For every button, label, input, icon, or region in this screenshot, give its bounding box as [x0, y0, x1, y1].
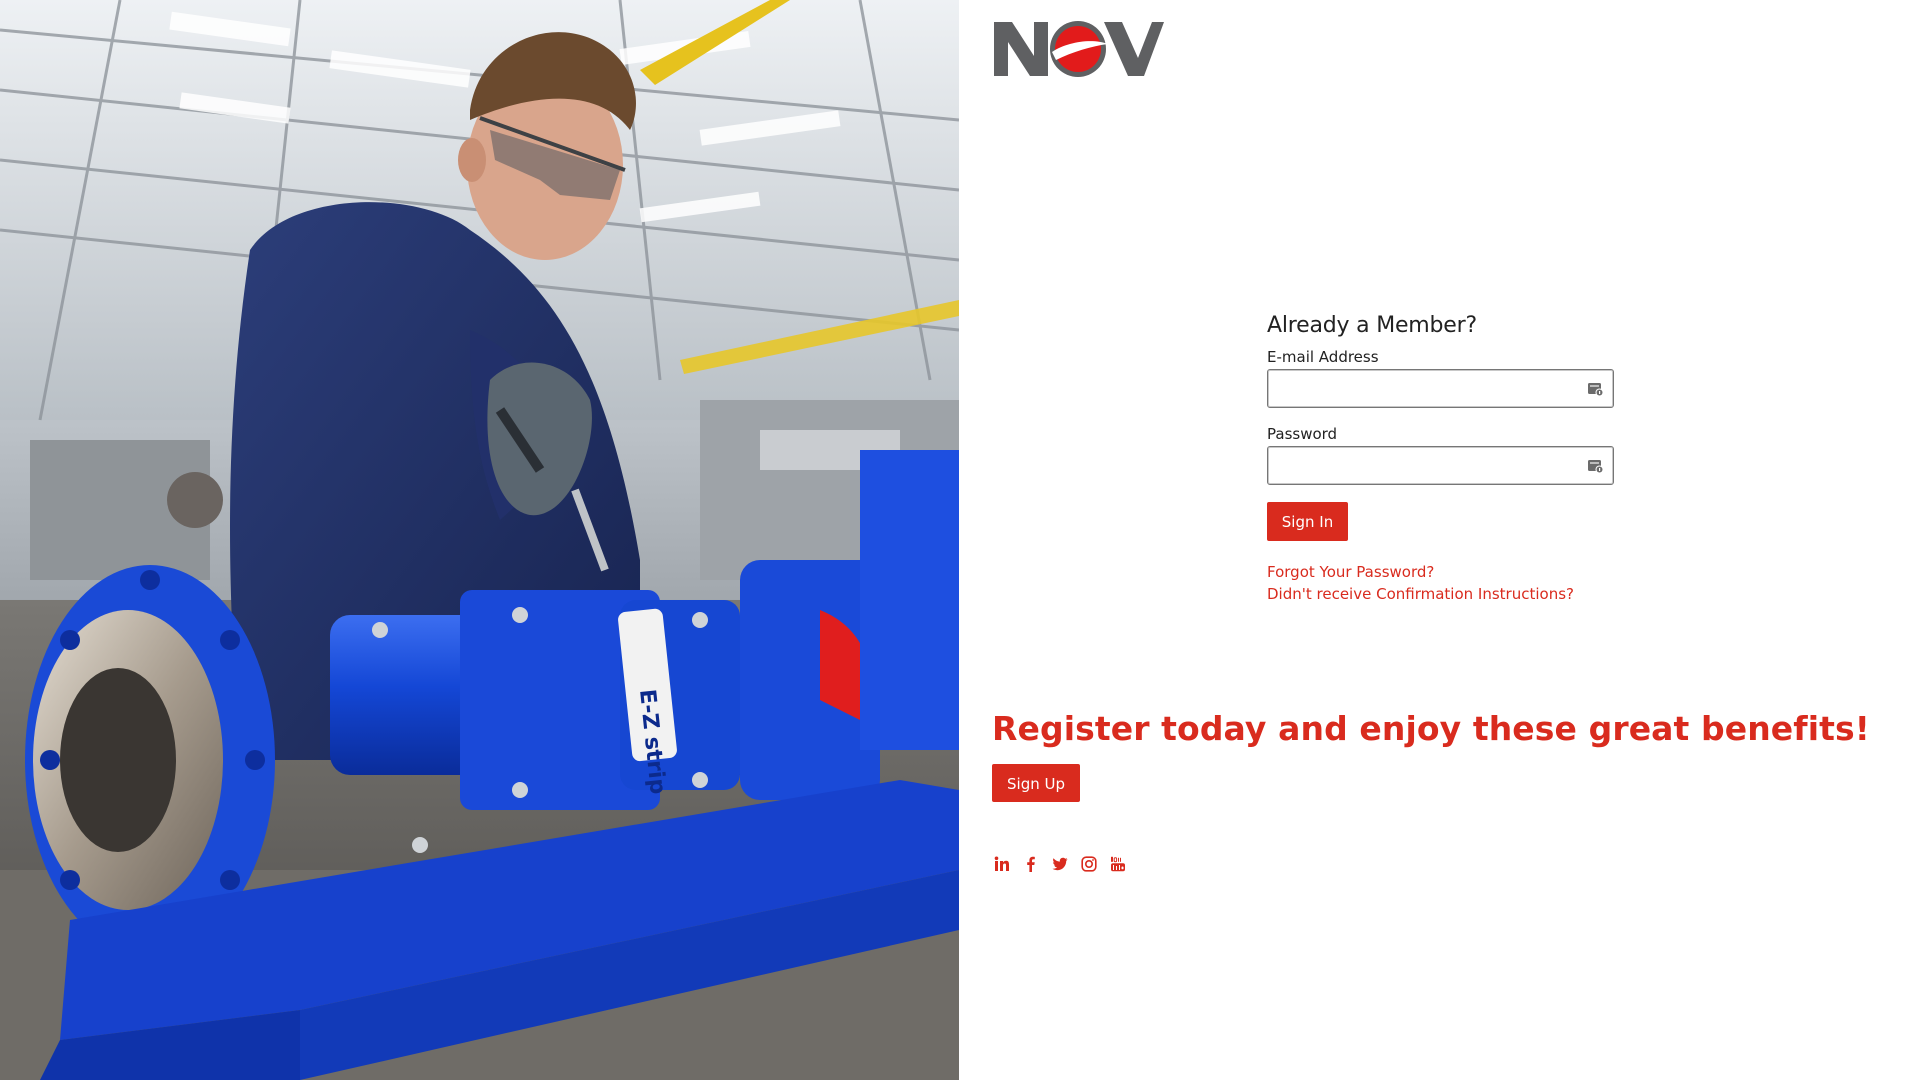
linkedin-icon[interactable]	[994, 856, 1010, 872]
hero-image: E-Z strip	[0, 0, 959, 1080]
sign-up-button[interactable]: Sign Up	[992, 764, 1080, 802]
email-label: E-mail Address	[1267, 348, 1379, 366]
nov-logo[interactable]	[992, 16, 1164, 80]
login-heading: Already a Member?	[1267, 313, 1477, 338]
password-label: Password	[1267, 425, 1338, 443]
password-field-wrapper	[1267, 446, 1614, 485]
confirmation-instructions-link[interactable]: Didn't receive Confirmation Instructions…	[1267, 583, 1617, 605]
login-form: Already a Member? E-mail Address Passwor…	[1267, 313, 1617, 605]
password-field[interactable]	[1268, 447, 1613, 484]
youtube-icon[interactable]	[1110, 856, 1126, 872]
password-manager-icon[interactable]	[1587, 381, 1604, 397]
nov-logo-mark	[994, 21, 1164, 77]
password-manager-icon[interactable]	[1587, 458, 1604, 474]
factory-worker-illustration: E-Z strip	[0, 0, 959, 1080]
email-field-wrapper	[1267, 369, 1614, 408]
email-field[interactable]	[1268, 370, 1613, 407]
instagram-icon[interactable]	[1081, 856, 1097, 872]
social-links	[994, 856, 1126, 872]
facebook-icon[interactable]	[1023, 856, 1039, 872]
forgot-password-link[interactable]: Forgot Your Password?	[1267, 561, 1617, 583]
help-links: Forgot Your Password? Didn't receive Con…	[1267, 561, 1617, 605]
sign-in-button[interactable]: Sign In	[1267, 502, 1348, 541]
twitter-icon[interactable]	[1052, 856, 1068, 872]
register-section: Register today and enjoy these great ben…	[992, 709, 1892, 802]
register-headline: Register today and enjoy these great ben…	[992, 709, 1870, 748]
